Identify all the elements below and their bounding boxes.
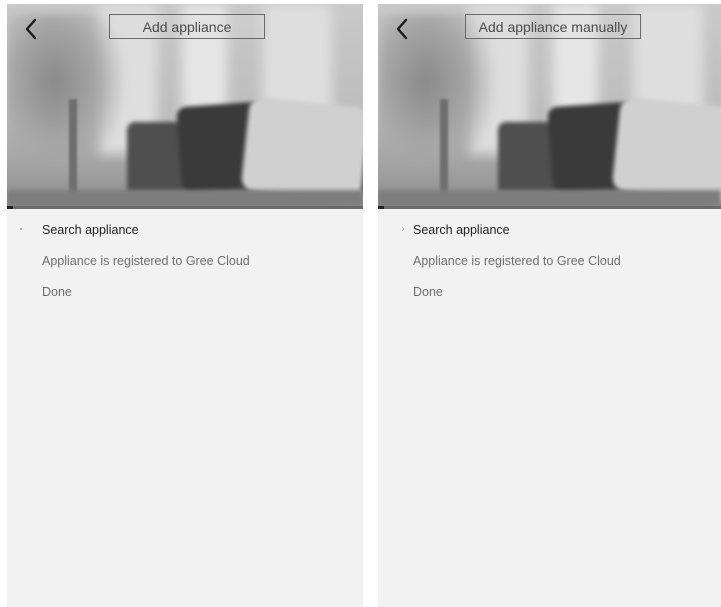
step-label: Done xyxy=(413,284,443,299)
step-search-appliance: Search appliance xyxy=(7,214,363,245)
page-title: Add appliance manually xyxy=(465,14,641,39)
progress-line xyxy=(378,206,721,209)
step-search-appliance: Search appliance xyxy=(378,214,721,245)
step-label: Done xyxy=(42,284,72,299)
step-registered-to-cloud: Appliance is registered to Gree Cloud xyxy=(378,245,721,276)
step-label: Appliance is registered to Gree Cloud xyxy=(413,253,621,268)
step-list: Search appliance Appliance is registered… xyxy=(7,214,363,307)
screen-add-appliance: Add appliance Search appliance Appliance… xyxy=(7,4,363,607)
step-done: Done xyxy=(7,276,363,307)
chevron-left-icon xyxy=(25,18,37,40)
step-label: Appliance is registered to Gree Cloud xyxy=(42,253,250,268)
back-button[interactable] xyxy=(390,14,414,44)
page-title: Add appliance xyxy=(109,14,265,39)
active-step-dot-icon xyxy=(20,228,22,230)
chevron-right-icon xyxy=(402,227,405,231)
screen-add-appliance-manually: Add appliance manually Search appliance … xyxy=(378,4,721,607)
back-button[interactable] xyxy=(19,14,43,44)
chevron-left-icon xyxy=(396,18,408,40)
step-done: Done xyxy=(378,276,721,307)
step-label: Search appliance xyxy=(42,222,139,237)
step-registered-to-cloud: Appliance is registered to Gree Cloud xyxy=(7,245,363,276)
step-label: Search appliance xyxy=(413,222,510,237)
progress-line xyxy=(7,206,363,209)
step-list: Search appliance Appliance is registered… xyxy=(378,214,721,307)
